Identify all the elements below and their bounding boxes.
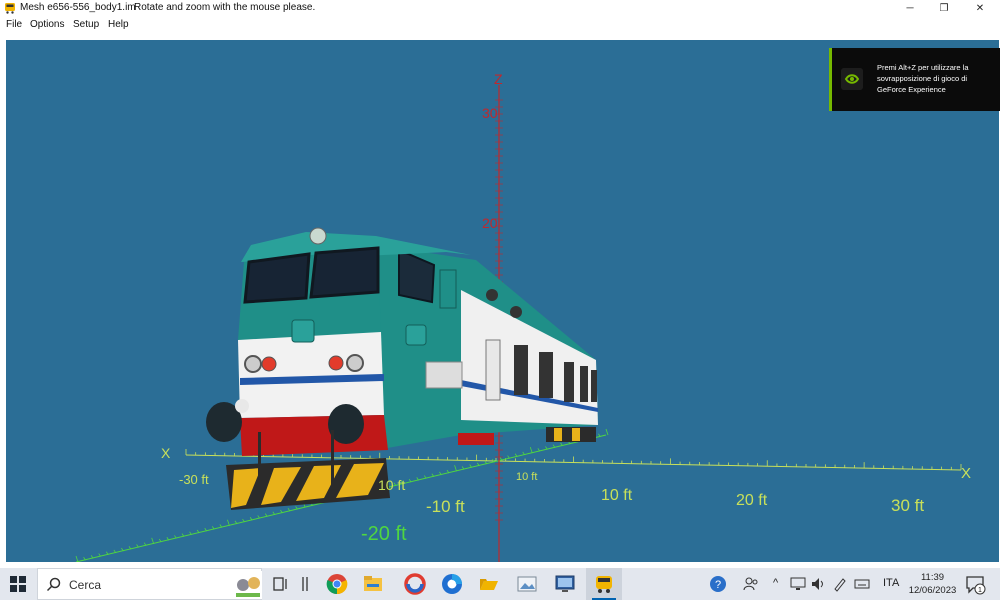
x-axis-label-right: X — [961, 465, 971, 482]
volume-icon[interactable] — [810, 576, 826, 592]
overlay-accent-bar — [829, 48, 832, 111]
taskbar: Cerca ? ^ ITA 11:39 12/06/2023 1 — [0, 568, 1000, 600]
people-icon[interactable] — [742, 575, 760, 593]
pen-icon[interactable] — [832, 576, 848, 592]
system-clock[interactable]: 11:39 12/06/2023 — [905, 571, 960, 597]
depth-ruler-tick — [605, 428, 609, 436]
x-axis-label-left: X — [161, 445, 171, 461]
taskbar-search-box[interactable]: Cerca — [37, 568, 262, 600]
z-tick-20: 20 — [482, 215, 498, 231]
search-highlight-art-icon — [234, 571, 262, 599]
z-axis-label: Z — [494, 71, 503, 87]
keyboard-layout-icon[interactable] — [854, 576, 870, 592]
menu-file[interactable]: File — [6, 19, 22, 30]
x-tick-minus-20: -20 ft — [361, 523, 407, 545]
task-view-icon[interactable] — [272, 575, 290, 593]
menu-help[interactable]: Help — [108, 19, 129, 30]
restore-button[interactable]: ❐ — [926, 0, 962, 17]
train-app-icon — [5, 3, 15, 14]
minimize-button[interactable]: ─ — [892, 0, 928, 17]
x-tick-minus-10: -10 ft — [426, 497, 465, 516]
z-tick-30: 30 — [482, 105, 498, 121]
sync-app-icon[interactable] — [403, 572, 427, 596]
search-placeholder: Cerca — [69, 578, 102, 592]
x-tick-minus-30: -30 ft — [179, 472, 209, 487]
scene-canvas[interactable]: Z 30 20 X X -30 ft -20 ft -10 ft 10 ft 2… — [6, 40, 999, 562]
geforce-overlay-notification[interactable]: Premi Alt+Z per utilizzare la sovrapposi… — [829, 48, 1000, 111]
depth-ruler-tick — [227, 519, 230, 526]
locomotive-model — [206, 227, 598, 510]
clock-time: 11:39 — [920, 572, 945, 583]
depth-ruler-tick — [529, 447, 533, 454]
close-button[interactable]: ✕ — [962, 0, 998, 17]
nvidia-logo-icon — [841, 68, 863, 90]
file-explorer-icon[interactable] — [361, 572, 385, 596]
clock-date: 12/06/2023 — [908, 585, 957, 596]
remote-desktop-icon[interactable] — [553, 572, 577, 596]
edge-like-icon[interactable] — [440, 572, 464, 596]
overlay-message: Premi Alt+Z per utilizzare la sovrapposi… — [877, 63, 969, 94]
notification-count: 1 — [978, 587, 982, 594]
depth-ruler-tick — [151, 537, 155, 544]
ground-tick-10-left: 10 ft — [378, 477, 405, 493]
folder-yellow-icon[interactable] — [477, 572, 501, 596]
chrome-icon[interactable] — [325, 572, 349, 596]
window-title: Mesh e656-556_body1.im — [20, 2, 136, 13]
x-tick-30: 30 ft — [891, 496, 924, 515]
image-viewer-icon[interactable] — [515, 572, 539, 596]
notifications-icon[interactable]: 1 — [964, 573, 986, 595]
window-hint: Rotate and zoom with the mouse please. — [134, 2, 316, 13]
train-app-taskbar-icon[interactable] — [592, 572, 616, 596]
widgets-icon[interactable] — [300, 575, 310, 593]
x-tick-20: 20 ft — [736, 492, 768, 509]
language-indicator[interactable]: ITA — [883, 577, 899, 589]
search-icon — [46, 577, 61, 592]
depth-ruler-tick — [75, 555, 79, 562]
title-bar: Mesh e656-556_body1.im Rotate and zoom w… — [0, 0, 1000, 17]
help-bubble-icon[interactable]: ? — [708, 574, 728, 594]
3d-viewport[interactable]: Z 30 20 X X -30 ft -20 ft -10 ft 10 ft 2… — [6, 40, 999, 562]
ground-tick-10-right: 10 ft — [516, 471, 537, 483]
menu-setup[interactable]: Setup — [73, 19, 99, 30]
network-icon[interactable] — [790, 576, 806, 592]
menu-options[interactable]: Options — [30, 19, 64, 30]
x-tick-10: 10 ft — [601, 487, 633, 504]
svg-text:?: ? — [715, 579, 721, 591]
menu-bar: File Options Setup Help — [0, 17, 1000, 34]
windows-start-icon[interactable] — [10, 576, 26, 592]
depth-ruler-tick — [454, 465, 457, 472]
tray-overflow-chevron-icon[interactable]: ^ — [773, 577, 778, 589]
